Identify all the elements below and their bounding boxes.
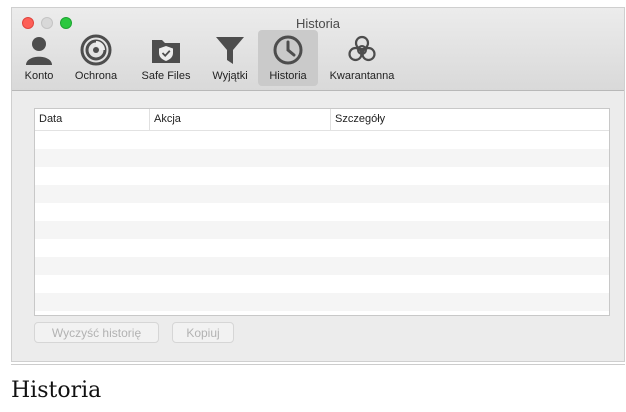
page-caption: Historia	[11, 378, 102, 403]
table-row[interactable]	[35, 203, 609, 221]
filter-icon	[213, 34, 247, 66]
divider	[11, 364, 625, 365]
table-row[interactable]	[35, 221, 609, 239]
window-title: Historia	[295, 16, 341, 31]
biohazard-icon	[345, 34, 379, 66]
table-row[interactable]	[35, 257, 609, 275]
table-row[interactable]	[35, 167, 609, 185]
clock-icon	[271, 34, 305, 66]
clear-history-button[interactable]: Wyczyść historię	[34, 322, 159, 343]
toolbar: Historia Konto Ochrona Safe Files Wyjątk…	[12, 8, 624, 91]
toolbar-label-ochrona: Ochrona	[74, 70, 118, 82]
toolbar-label-wyjatki: Wyjątki	[212, 70, 248, 82]
toolbar-item-konto[interactable]: Konto	[16, 30, 62, 86]
table-row[interactable]	[35, 275, 609, 293]
table-header: Data Akcja Szczegóły	[35, 109, 609, 131]
copy-button[interactable]: Kopiuj	[172, 322, 234, 343]
toolbar-item-wyjatki[interactable]: Wyjątki	[204, 30, 256, 86]
column-header-data[interactable]: Data	[35, 109, 149, 130]
user-icon	[22, 34, 56, 66]
table-row[interactable]	[35, 293, 609, 311]
toolbar-label-historia: Historia	[269, 70, 307, 82]
toolbar-label-safe-files: Safe Files	[141, 70, 191, 82]
column-header-szczegoly[interactable]: Szczegóły	[330, 109, 609, 130]
table-row[interactable]	[35, 149, 609, 167]
toolbar-item-safe-files[interactable]: Safe Files	[134, 30, 198, 86]
table-row[interactable]	[35, 131, 609, 149]
app-window: Historia Konto Ochrona Safe Files Wyjątk…	[11, 7, 625, 362]
table-row[interactable]	[35, 239, 609, 257]
safe-files-icon	[149, 34, 183, 66]
toolbar-label-kwarantanna: Kwarantanna	[329, 70, 395, 82]
column-header-akcja[interactable]: Akcja	[149, 109, 330, 130]
toolbar-label-konto: Konto	[24, 70, 54, 82]
table-body	[35, 131, 609, 311]
toolbar-item-historia[interactable]: Historia	[258, 30, 318, 86]
toolbar-item-kwarantanna[interactable]: Kwarantanna	[322, 30, 402, 86]
protection-icon	[79, 34, 113, 66]
toolbar-item-ochrona[interactable]: Ochrona	[66, 30, 126, 86]
history-table: Data Akcja Szczegóły	[34, 108, 610, 316]
table-row[interactable]	[35, 185, 609, 203]
